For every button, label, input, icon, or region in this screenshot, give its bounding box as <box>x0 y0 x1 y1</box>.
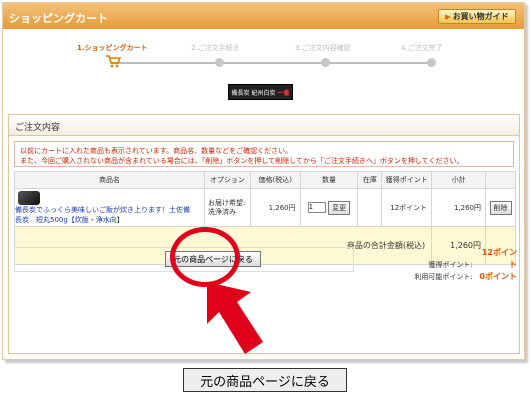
price-cell: 1,260円 <box>249 188 301 227</box>
shop-logo: 備長炭 紀州白炭 一番 <box>228 84 293 100</box>
change-quantity-button[interactable]: 変更 <box>328 200 351 215</box>
step-3-dot-icon <box>321 58 330 67</box>
annotation-callout: 元の商品ページに戻る <box>183 368 347 392</box>
earned-points-label: 獲得ポイント: <box>428 261 473 269</box>
header-stock: 在庫 <box>357 171 383 189</box>
stock-cell <box>357 188 383 227</box>
shopping-guide-label: お買い物ガイド <box>452 12 509 21</box>
quantity-input[interactable] <box>307 202 326 213</box>
title-bar: ショッピングカート ▶ お買い物ガイド <box>3 3 524 29</box>
header-quantity: 数量 <box>299 171 359 189</box>
step-2-dot-icon <box>215 58 224 67</box>
checkout-steps: 1.ショッピングカート 2.ご注文手続き 3.ご注文内容確認 4.ご注文完了 <box>77 43 453 73</box>
header-option: オプション <box>203 171 251 189</box>
step-3-label: 3.ご注文内容確認 <box>295 44 351 52</box>
notice-line-2: また、今回ご購入されない商品が含まれている場合には、「削除」ボタンを押して削除し… <box>20 157 464 165</box>
logo-text-c: 一番 <box>277 89 290 97</box>
product-cell: 備長炭でふっくら美味しいご飯が炊き上ります！土佐備長炭 短丸500g【炊飯・浄水… <box>14 188 205 227</box>
pointer-arrow-icon <box>207 282 263 354</box>
section-title: ご注文内容 <box>9 115 519 136</box>
notice-line-1: 以前にカートに入れた商品も表示されています。商品名、数量などをご確認ください。 <box>20 147 293 155</box>
step-1-label: 1.ショッピングカート <box>77 44 148 52</box>
step-4-label: 4.ご注文完了 <box>401 44 443 52</box>
logo-text-a: 備長炭 <box>231 89 250 97</box>
table-row: 備長炭でふっくら美味しいご飯が炊き上ります！土佐備長炭 短丸500g【炊飯・浄水… <box>14 188 516 227</box>
product-name-link[interactable]: 備長炭でふっくら美味しいご飯が炊き上ります！土佐備長炭 短丸500g【炊飯・浄水… <box>15 205 195 225</box>
quantity-cell: 変更 <box>299 188 359 227</box>
table-header-row: 商品名 オプション 価格(税込) 数量 在庫 獲得ポイント 小計 <box>14 171 516 189</box>
earned-points-value: 12ポイント <box>481 248 517 269</box>
subtotal-cell: 1,260円 <box>431 188 487 227</box>
header-price: 価格(税込) <box>249 171 301 189</box>
points-cell: 12ポイント <box>381 188 433 227</box>
header-delete <box>485 171 516 189</box>
delete-cell: 削除 <box>485 188 516 227</box>
points-summary: 獲得ポイント: 12ポイント 利用可能ポイント: 0ポイント <box>359 247 517 281</box>
header-subtotal: 小計 <box>431 171 487 189</box>
shopping-guide-button[interactable]: ▶ お買い物ガイド <box>438 9 516 24</box>
available-points-label: 利用可能ポイント: <box>414 273 473 281</box>
header-product: 商品名 <box>14 171 205 189</box>
product-thumbnail[interactable] <box>18 190 40 205</box>
steps-line <box>111 62 431 64</box>
available-points-value: 0ポイント <box>479 272 517 281</box>
step-4-dot-icon <box>427 58 436 67</box>
highlight-circle <box>170 227 240 287</box>
cart-icon <box>106 55 121 68</box>
arrow-right-icon: ▶ <box>445 12 451 21</box>
step-2-label: 2.ご注文手続き <box>191 44 240 52</box>
option-cell: お届け希望:洗浄済み <box>203 188 251 227</box>
header-points: 獲得ポイント <box>381 171 433 189</box>
window-title: ショッピングカート <box>9 12 108 25</box>
logo-text-b: 紀州白炭 <box>251 89 276 97</box>
notice-box: 以前にカートに入れた商品も表示されています。商品名、数量などをご確認ください。 … <box>14 141 514 167</box>
delete-button[interactable]: 削除 <box>489 200 512 215</box>
